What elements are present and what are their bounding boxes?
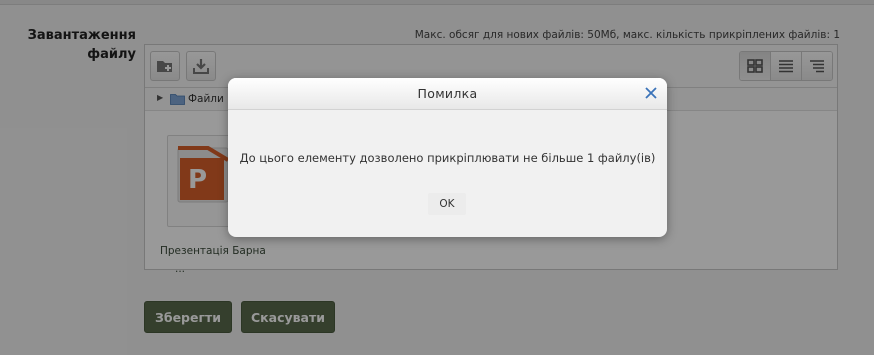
dialog-header: Помилка [228,78,667,110]
dialog-message: До цього елементу дозволено прикріплюват… [239,151,656,165]
dialog-title: Помилка [417,86,478,101]
close-icon[interactable] [644,86,658,100]
ok-button[interactable]: OK [428,193,466,215]
error-dialog: Помилка До цього елементу дозволено прик… [228,78,667,237]
